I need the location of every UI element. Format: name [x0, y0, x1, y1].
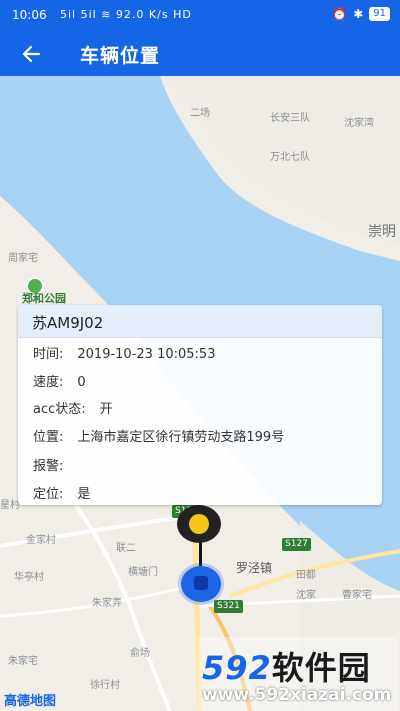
- watermark-text: 软件园: [271, 649, 371, 687]
- place-label: 崇明: [368, 224, 396, 240]
- location-value: 上海市嘉定区徐行镇劳动支路199号: [77, 430, 285, 445]
- watermark-number: 592: [202, 649, 272, 687]
- status-time: 10:06: [12, 8, 47, 22]
- bluetooth-icon: ✱: [353, 7, 364, 21]
- status-bar: 10:06 5il 5il ≋ 92.0 K/s HD ⏰ ✱ 91: [0, 0, 400, 32]
- back-button[interactable]: [14, 38, 48, 70]
- acc-label: acc状态:: [33, 402, 86, 417]
- info-row-positioning: 定位: 是: [33, 483, 90, 502]
- place-label: 华亭村: [14, 572, 44, 583]
- info-window-header: 苏AM9J02: [18, 305, 382, 338]
- vehicle-info-window[interactable]: 苏AM9J02 时间: 2019-10-23 10:05:53 速度: 0 acc状…: [18, 305, 382, 505]
- license-plate: 苏AM9J02: [32, 314, 104, 332]
- place-label: 金家村: [26, 535, 56, 546]
- page-title: 车辆位置: [80, 45, 161, 67]
- place-label: 徐行村: [90, 680, 120, 691]
- place-label: 长安三队: [270, 113, 310, 124]
- positioning-label: 定位:: [33, 487, 64, 502]
- park-label: 郑和公园: [22, 292, 66, 305]
- info-row-location: 位置: 上海市嘉定区徐行镇劳动支路199号: [33, 426, 284, 445]
- info-row-speed: 速度: 0: [33, 371, 86, 390]
- location-label: 位置:: [33, 430, 64, 445]
- speed-label: 速度:: [33, 375, 64, 390]
- status-right: ⏰ ✱ 91: [332, 7, 390, 21]
- watermark-brand: 592软件园: [202, 643, 371, 689]
- place-label: 罗泾镇: [236, 561, 273, 575]
- place-label: 沈家: [296, 590, 316, 601]
- watermark-url: www.592xiazai.com: [202, 685, 392, 705]
- place-label: 曹家宅: [342, 590, 372, 601]
- time-value: 2019-10-23 10:05:53: [77, 347, 216, 362]
- info-row-alarm: 报警:: [33, 455, 77, 474]
- info-row-time: 时间: 2019-10-23 10:05:53: [33, 343, 215, 362]
- map-provider-logo: 高德地图: [4, 694, 57, 709]
- alarm-icon: ⏰: [332, 7, 348, 21]
- acc-value: 开: [99, 402, 113, 417]
- arrow-left-icon: [22, 45, 41, 63]
- place-label: 星村: [0, 500, 20, 511]
- signal-indicators: 5il 5il ≋ 92.0 K/s HD: [60, 8, 192, 21]
- watermark: 592软件园 www.592xiazai.com: [198, 637, 398, 711]
- alarm-label: 报警:: [33, 459, 64, 474]
- place-label: 沈家湾: [344, 118, 374, 129]
- place-label: 万北七队: [270, 152, 310, 163]
- car-icon: [194, 576, 208, 590]
- place-label: 周家宅: [8, 253, 38, 264]
- place-label: 俞场: [130, 648, 150, 659]
- place-label: 朱家宅: [8, 656, 38, 667]
- speed-value: 0: [77, 375, 86, 390]
- app-bar: 车辆位置: [0, 32, 400, 76]
- place-label: 朱家弄: [92, 598, 122, 609]
- vehicle-icon[interactable]: [181, 566, 221, 602]
- place-label: 联二: [116, 543, 136, 554]
- pin-dot: [189, 514, 209, 534]
- road-badge: S127: [282, 538, 311, 551]
- road-badge: S321: [214, 600, 243, 613]
- positioning-value: 是: [77, 487, 91, 502]
- battery-icon: 91: [369, 7, 390, 21]
- time-label: 时间:: [33, 347, 64, 362]
- info-row-acc: acc状态: 开: [33, 398, 113, 417]
- location-pin-icon[interactable]: [177, 505, 221, 543]
- place-label: 田都: [296, 570, 316, 581]
- place-label: 横塘门: [128, 567, 158, 578]
- place-label: 二场: [190, 108, 210, 119]
